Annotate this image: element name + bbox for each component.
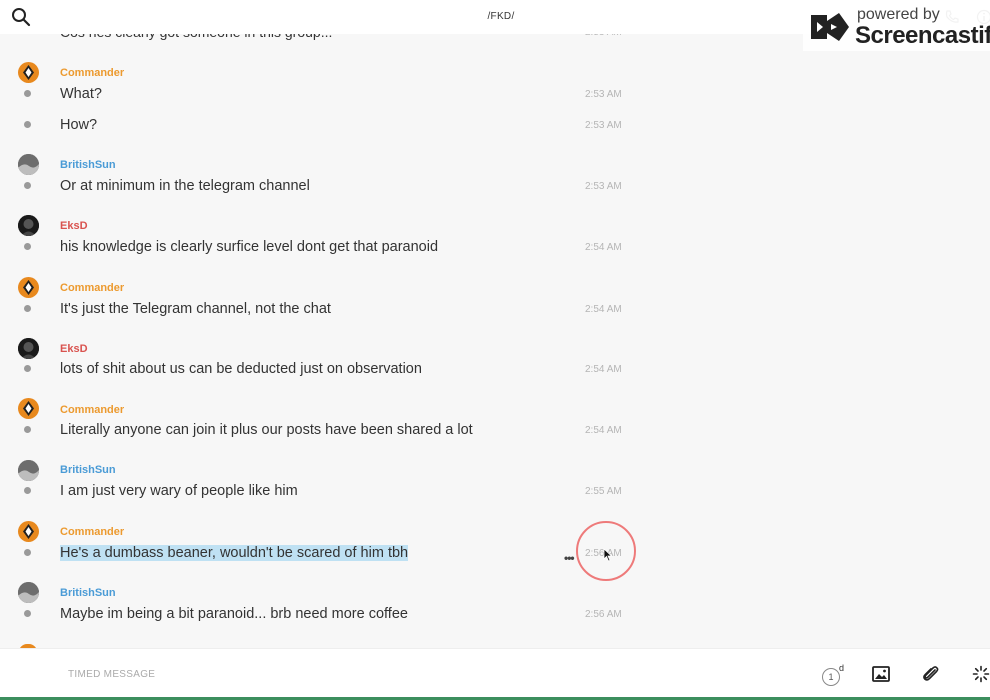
message-text: Maybe im being a bit paranoid... brb nee… xyxy=(60,606,408,622)
message-timestamp: 2:53 AM xyxy=(585,181,622,192)
message-text: his knowledge is clearly surfice level d… xyxy=(60,239,439,255)
paperclip-icon[interactable] xyxy=(922,665,940,683)
avatar-commander[interactable] xyxy=(18,62,39,83)
more-options-icon[interactable]: ••• xyxy=(564,551,575,565)
message-timestamp: 2:53 AM xyxy=(585,89,622,100)
status-dot xyxy=(24,90,31,97)
message-author[interactable]: BritishSun xyxy=(60,159,116,171)
message-author[interactable]: BritishSun xyxy=(60,464,116,476)
screencastify-logo-icon xyxy=(811,13,849,41)
message-timestamp: 2:56 AM xyxy=(585,609,622,620)
message-timestamp: 2:53 AM xyxy=(585,120,622,131)
message-author[interactable]: BritishSun xyxy=(60,587,116,599)
status-dot xyxy=(24,121,31,128)
timer-value: 1 xyxy=(822,668,840,686)
burn-icon[interactable] xyxy=(972,665,990,683)
message-timestamp: 2:54 AM xyxy=(585,425,622,436)
message-timestamp: 2:55 AM xyxy=(585,486,622,497)
message-text: How? xyxy=(60,117,98,133)
message-text: Literally anyone can join it plus our po… xyxy=(60,422,473,438)
message-timestamp: 2:54 AM xyxy=(585,242,622,253)
message-timestamp: 2:54 AM xyxy=(585,364,622,375)
timer-unit: d xyxy=(839,663,845,673)
message-text: lots of shit about us can be deducted ju… xyxy=(60,361,422,377)
message-author[interactable]: EksD xyxy=(60,220,88,232)
avatar-britishsun[interactable] xyxy=(18,154,39,175)
message-text: What? xyxy=(60,86,102,102)
avatar-eksd[interactable] xyxy=(18,338,39,359)
message-text[interactable]: He's a dumbass beaner, wouldn't be scare… xyxy=(60,545,409,561)
status-dot xyxy=(24,365,31,372)
avatar-eksd[interactable] xyxy=(18,215,39,236)
avatar-commander[interactable] xyxy=(18,398,39,419)
watermark-brand: Screencastify xyxy=(855,22,990,49)
message-timestamp: 2:54 AM xyxy=(585,304,622,315)
status-dot xyxy=(24,243,31,250)
image-icon[interactable] xyxy=(872,666,890,682)
status-dot xyxy=(24,305,31,312)
selected-text[interactable]: He's a dumbass beaner, wouldn't be scare… xyxy=(60,545,409,561)
avatar-commander[interactable] xyxy=(18,277,39,298)
message-text: Or at minimum in the telegram channel xyxy=(60,178,310,194)
avatar-britishsun[interactable] xyxy=(18,460,39,481)
status-dot xyxy=(24,182,31,189)
avatar-commander[interactable] xyxy=(18,521,39,542)
message-author[interactable]: Commander xyxy=(60,404,124,416)
status-dot xyxy=(24,487,31,494)
message-input[interactable]: TIMED MESSAGE xyxy=(68,669,155,680)
timer-button[interactable]: 1 d xyxy=(822,663,845,686)
status-dot xyxy=(24,549,31,556)
message-text: I am just very wary of people like him xyxy=(60,483,298,499)
message-text: It's just the Telegram channel, not the … xyxy=(60,301,331,317)
status-dot xyxy=(24,610,31,617)
message-author[interactable]: Commander xyxy=(60,526,124,538)
status-dot xyxy=(24,426,31,433)
message-author[interactable]: Commander xyxy=(60,67,124,79)
message-author[interactable]: EksD xyxy=(60,343,88,355)
mouse-cursor-icon xyxy=(603,548,613,562)
composer-bar: TIMED MESSAGE 1 d xyxy=(0,648,990,699)
avatar-britishsun[interactable] xyxy=(18,582,39,603)
screencastify-watermark: powered by Screencastify xyxy=(803,4,990,51)
message-list[interactable]: Cos hes clearly got someone in this grou… xyxy=(0,0,650,648)
message-author[interactable]: Commander xyxy=(60,282,124,294)
